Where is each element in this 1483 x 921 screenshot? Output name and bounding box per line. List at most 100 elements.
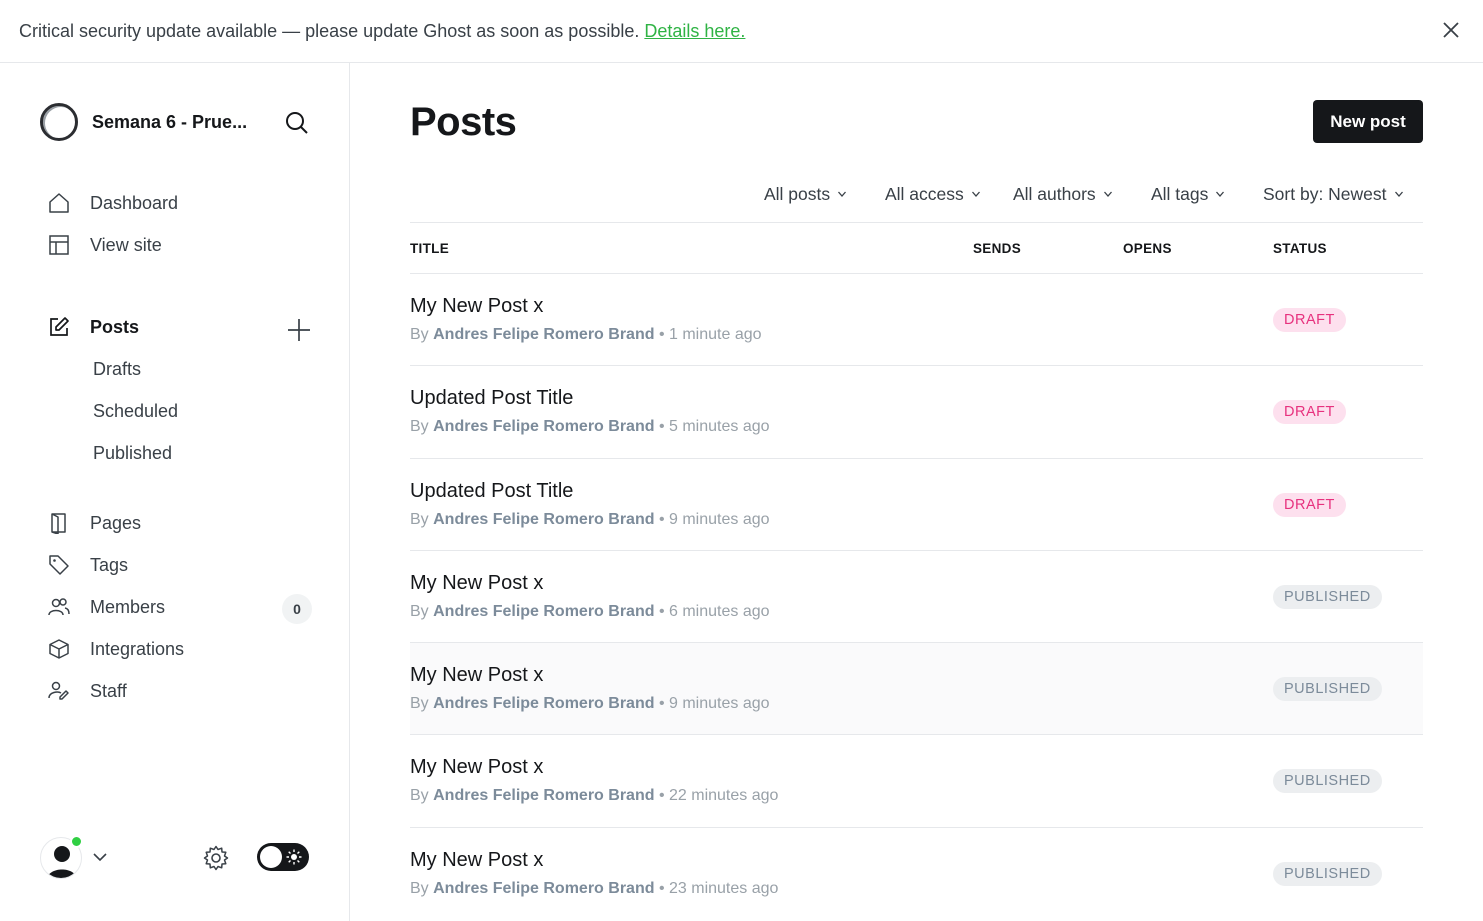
sidebar-item-dashboard[interactable]: Dashboard	[48, 188, 178, 218]
status-badge: PUBLISHED	[1273, 769, 1382, 793]
post-time: 6 minutes ago	[669, 603, 770, 620]
table-row[interactable]: My New Post x By Andres Felipe Romero Br…	[410, 273, 1423, 365]
post-time: 23 minutes ago	[669, 880, 779, 897]
page-icon	[48, 512, 70, 534]
sidebar-item-label: Integrations	[90, 638, 185, 659]
sidebar-item-label: Tags	[90, 554, 129, 575]
table-row[interactable]: Updated Post Title By Andres Felipe Rome…	[410, 365, 1423, 457]
search-icon[interactable]	[284, 110, 310, 136]
sidebar-item-label: Members	[90, 596, 166, 617]
sidebar-item-label: Pages	[90, 512, 142, 533]
sidebar-item-published[interactable]: Published	[93, 438, 172, 468]
table-row[interactable]: Updated Post Title By Andres Felipe Rome…	[410, 458, 1423, 550]
cube-icon	[48, 638, 70, 660]
chevron-down-icon[interactable]	[92, 849, 108, 865]
column-header-title: TITLE	[410, 241, 449, 256]
status-badge: DRAFT	[1273, 308, 1346, 332]
chevron-down-icon	[1216, 191, 1225, 197]
post-author: Andres Felipe Romero Brand	[433, 787, 655, 804]
sidebar-item-label: Posts	[90, 316, 140, 337]
new-post-button[interactable]: New post	[1313, 100, 1423, 143]
post-meta: By Andres Felipe Romero Brand • 22 minut…	[410, 787, 779, 804]
sidebar-footer	[40, 835, 320, 885]
post-meta: By Andres Felipe Romero Brand • 5 minute…	[410, 418, 770, 435]
theme-toggle[interactable]	[257, 843, 309, 871]
post-meta: By Andres Felipe Romero Brand • 23 minut…	[410, 880, 779, 897]
post-time: 1 minute ago	[669, 326, 762, 343]
members-icon	[48, 596, 70, 618]
post-title: Updated Post Title	[410, 387, 574, 409]
filter-tags[interactable]: All tags	[1151, 180, 1225, 208]
post-meta: By Andres Felipe Romero Brand • 6 minute…	[410, 603, 770, 620]
table-row[interactable]: My New Post x By Andres Felipe Romero Br…	[410, 734, 1423, 826]
sidebar-item-members[interactable]: Members	[48, 592, 165, 622]
sidebar-item-drafts[interactable]: Drafts	[93, 354, 141, 384]
table-row[interactable]: My New Post x By Andres Felipe Romero Br…	[410, 550, 1423, 642]
layout-icon	[48, 234, 70, 256]
add-post-icon[interactable]	[286, 317, 312, 343]
site-logo	[40, 103, 78, 141]
sidebar-item-scheduled[interactable]: Scheduled	[93, 396, 178, 426]
post-author: Andres Felipe Romero Brand	[433, 695, 655, 712]
filter-type[interactable]: All posts	[764, 180, 847, 208]
chevron-down-icon	[1103, 191, 1112, 197]
staff-icon	[48, 680, 70, 702]
home-icon	[48, 192, 70, 214]
table-row[interactable]: My New Post x By Andres Felipe Romero Br…	[410, 827, 1423, 919]
post-meta: By Andres Felipe Romero Brand • 9 minute…	[410, 695, 770, 712]
close-icon[interactable]	[1441, 20, 1461, 40]
page-title: Posts	[410, 100, 517, 144]
post-meta: By Andres Felipe Romero Brand • 9 minute…	[410, 511, 770, 528]
banner-details-link[interactable]: Details here.	[644, 21, 745, 42]
sidebar: Semana 6 - Prue... Dashboard View site P…	[0, 63, 350, 921]
gear-icon[interactable]	[202, 844, 230, 872]
post-author: Andres Felipe Romero Brand	[433, 326, 655, 343]
column-header-status: STATUS	[1273, 241, 1327, 256]
site-header[interactable]: Semana 6 - Prue...	[40, 103, 247, 141]
status-badge: PUBLISHED	[1273, 677, 1382, 701]
post-title: My New Post x	[410, 572, 544, 594]
status-badge: DRAFT	[1273, 493, 1346, 517]
sun-icon	[286, 849, 302, 865]
sidebar-item-tags[interactable]: Tags	[48, 550, 128, 580]
post-title: My New Post x	[410, 756, 544, 778]
post-time: 22 minutes ago	[669, 787, 779, 804]
toggle-knob	[260, 846, 282, 868]
sidebar-item-label: Dashboard	[90, 192, 179, 213]
column-header-sends: SENDS	[973, 241, 1022, 256]
chevron-down-icon	[1394, 191, 1403, 197]
status-badge: PUBLISHED	[1273, 862, 1382, 886]
sidebar-item-view-site[interactable]: View site	[48, 230, 162, 260]
filter-access[interactable]: All access	[885, 180, 981, 208]
filter-label: Sort by: Newest	[1263, 183, 1387, 204]
sidebar-item-integrations[interactable]: Integrations	[48, 634, 184, 664]
sidebar-item-label: View site	[90, 234, 162, 255]
post-title: My New Post x	[410, 295, 544, 317]
filter-label: All access	[885, 183, 964, 204]
post-meta: By Andres Felipe Romero Brand • 1 minute…	[410, 326, 762, 343]
update-banner: Critical security update available — ple…	[0, 0, 1483, 63]
status-badge: DRAFT	[1273, 400, 1346, 424]
post-author: Andres Felipe Romero Brand	[433, 511, 655, 528]
post-author: Andres Felipe Romero Brand	[433, 880, 655, 897]
filter-sort[interactable]: Sort by: Newest	[1263, 180, 1404, 208]
table-row[interactable]: My New Post x By Andres Felipe Romero Br…	[410, 642, 1423, 734]
sidebar-item-posts[interactable]: Posts	[48, 312, 139, 342]
filter-authors[interactable]: All authors	[1013, 180, 1113, 208]
chevron-down-icon	[971, 191, 980, 197]
post-author: Andres Felipe Romero Brand	[433, 603, 655, 620]
post-title: My New Post x	[410, 664, 544, 686]
sidebar-item-pages[interactable]: Pages	[48, 508, 141, 538]
table-divider	[410, 222, 1423, 223]
sidebar-item-staff[interactable]: Staff	[48, 676, 127, 706]
banner-message: Critical security update available — ple…	[19, 20, 640, 41]
filter-label: All posts	[764, 183, 831, 204]
tag-icon	[48, 554, 70, 576]
status-badge: PUBLISHED	[1273, 585, 1382, 609]
filter-label: All authors	[1013, 183, 1096, 204]
post-time: 5 minutes ago	[669, 418, 770, 435]
sidebar-item-label: Staff	[90, 680, 127, 701]
site-name: Semana 6 - Prue...	[92, 111, 248, 132]
post-time: 9 minutes ago	[669, 695, 770, 712]
edit-icon	[48, 316, 70, 338]
